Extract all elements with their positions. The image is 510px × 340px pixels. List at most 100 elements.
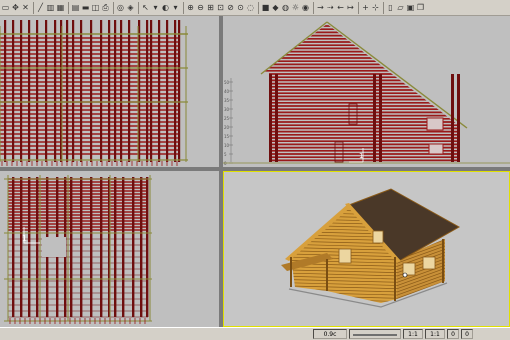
- view-icon[interactable]: ◎: [116, 2, 125, 14]
- status-bar: 0.9c 1:1 1:1 0 0: [0, 327, 510, 340]
- vertical-post: [100, 20, 103, 162]
- toolbar-separator: [68, 1, 69, 14]
- move-icon[interactable]: ✥: [11, 2, 20, 14]
- corner-post: [457, 74, 460, 162]
- zoom-out-icon[interactable]: ⊖: [196, 2, 205, 14]
- delete-icon[interactable]: ✕: [21, 2, 30, 14]
- copy-icon[interactable]: ❐: [416, 2, 425, 14]
- toolbar-separator: [358, 1, 359, 14]
- vertical-post: [128, 20, 131, 162]
- ruler-label: 10: [224, 143, 230, 148]
- vertical-post: [146, 20, 149, 162]
- wall-icon[interactable]: ▥: [46, 2, 55, 14]
- perspective-viewport[interactable]: [223, 171, 510, 327]
- window: [422, 256, 436, 270]
- toolbar-separator: [138, 1, 139, 14]
- vertical-post: [174, 20, 177, 162]
- layer-icon[interactable]: ▤: [71, 2, 80, 14]
- side-elevation-drawing: [0, 16, 219, 167]
- toolbar-separator: [313, 1, 314, 14]
- vertical-post: [12, 20, 15, 162]
- plan-viewport[interactable]: 1: [0, 171, 219, 327]
- vertical-post: [36, 20, 39, 162]
- zoom-all-icon[interactable]: ⊡: [216, 2, 225, 14]
- ruler-label: 35: [224, 98, 230, 103]
- scale-field: 0.9c: [313, 329, 347, 339]
- ruler-label: 25: [224, 116, 230, 121]
- vertical-post: [28, 20, 31, 162]
- arrow-dash-icon[interactable]: ⇢: [326, 2, 335, 14]
- vertical-post: [45, 20, 48, 162]
- front-elevation-viewport[interactable]: 50 40 35 30 25 20 15 10 5 0 1: [223, 16, 510, 167]
- 3d-house-render: [223, 171, 510, 327]
- vertical-post: [120, 20, 123, 162]
- save-icon[interactable]: ▣: [406, 2, 415, 14]
- cursor-marker: [402, 272, 408, 278]
- vertical-post: [66, 20, 69, 162]
- window: [428, 143, 444, 155]
- vertical-post: [108, 20, 111, 162]
- toolbar-separator: [113, 1, 114, 14]
- line-icon[interactable]: ╱: [36, 2, 45, 14]
- arrow-dot-icon[interactable]: ↦: [346, 2, 355, 14]
- pan-icon[interactable]: ↖: [141, 2, 150, 14]
- plus-icon[interactable]: +: [361, 2, 370, 14]
- material-icon[interactable]: ◍: [281, 2, 290, 14]
- top-left-viewport[interactable]: [0, 16, 219, 167]
- ruler-label: 20: [224, 125, 230, 130]
- select-icon[interactable]: ▭: [1, 2, 10, 14]
- new-file-icon[interactable]: ▯: [386, 2, 395, 14]
- grid-icon[interactable]: ▦: [56, 2, 65, 14]
- arrow-right-icon[interactable]: →: [316, 2, 325, 14]
- zoom-extent-icon[interactable]: ◌: [246, 2, 255, 14]
- window: [338, 248, 352, 264]
- cut-icon[interactable]: ◫: [91, 2, 100, 14]
- dropdown-icon[interactable]: ▾: [171, 2, 180, 14]
- vertical-post: [28, 177, 31, 317]
- front-elevation-drawing: 5040353025201510501: [223, 16, 510, 167]
- vertical-post: [132, 177, 135, 317]
- toolbar-separator: [183, 1, 184, 14]
- opening: [42, 237, 66, 257]
- crosshair-icon[interactable]: ⊹: [371, 2, 380, 14]
- zoom-in-icon[interactable]: ⊕: [186, 2, 195, 14]
- light-icon[interactable]: ☼: [291, 2, 300, 14]
- open-file-icon[interactable]: ▱: [396, 2, 405, 14]
- color-icon[interactable]: ◆: [271, 2, 280, 14]
- axis-label: 1: [22, 234, 27, 243]
- print-icon[interactable]: ⎙: [101, 2, 110, 14]
- zoom-slider[interactable]: [349, 329, 401, 339]
- ruler-label: 30: [224, 107, 230, 112]
- toolbar-separator: [383, 1, 384, 14]
- ratio-field-b: 1:1: [425, 329, 445, 339]
- render-icon[interactable]: ■: [261, 2, 270, 14]
- plan-drawing: 1: [0, 171, 219, 327]
- corner-post: [373, 74, 376, 162]
- dropdown-icon[interactable]: ▾: [151, 2, 160, 14]
- rotate-icon[interactable]: ◐: [161, 2, 170, 14]
- log-icon[interactable]: ▬: [81, 2, 90, 14]
- vertical-post: [4, 20, 7, 162]
- window: [372, 230, 384, 244]
- vertical-post: [54, 20, 57, 162]
- vertical-post: [100, 177, 103, 317]
- vertical-post: [80, 20, 83, 162]
- vertical-post: [90, 20, 93, 162]
- vertical-post: [114, 177, 117, 317]
- toolbar-separator: [258, 1, 259, 14]
- vertical-post: [80, 177, 83, 317]
- arrow-left-icon[interactable]: ←: [336, 2, 345, 14]
- camera-icon[interactable]: ◉: [301, 2, 310, 14]
- counter-field-a: 0: [447, 329, 459, 339]
- vertical-post: [122, 177, 125, 317]
- cube-icon[interactable]: ◈: [126, 2, 135, 14]
- zoom-next-icon[interactable]: ⊙: [236, 2, 245, 14]
- counter-field-b: 0: [461, 329, 473, 339]
- corner-post: [379, 74, 382, 162]
- vertical-post: [90, 177, 93, 317]
- ruler-label: 50: [224, 80, 230, 85]
- zoom-prev-icon[interactable]: ⊘: [226, 2, 235, 14]
- vertical-post: [178, 20, 181, 162]
- corner-post: [269, 74, 272, 162]
- zoom-window-icon[interactable]: ⊞: [206, 2, 215, 14]
